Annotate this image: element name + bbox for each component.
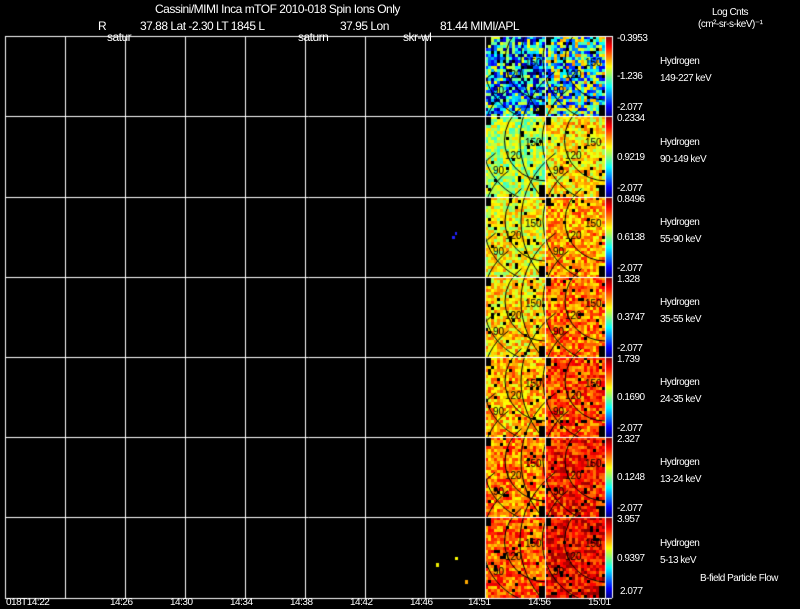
- x-tick-label: 14:38: [290, 597, 313, 608]
- colorbar-mid: 0.9219: [617, 151, 645, 163]
- x-tick-label: 14:42: [350, 597, 373, 608]
- species-label: Hydrogen: [660, 377, 700, 388]
- r-label: R: [98, 19, 107, 33]
- x-tick-label: 14:30: [170, 597, 193, 608]
- colorbar-max: 0.2334: [617, 113, 645, 124]
- colorbar-min: -2.077: [617, 183, 643, 194]
- energy-label: 13-24 keV: [660, 474, 702, 485]
- energy-label: 24-35 keV: [660, 394, 702, 405]
- x-tick-label: 14:51: [468, 597, 491, 608]
- colorbar-mid: 0.1690: [617, 392, 645, 403]
- marker-satur: satur: [107, 30, 132, 44]
- colorbar-max: 0.8496: [617, 194, 645, 205]
- colorbar-max: 2.327: [617, 434, 640, 445]
- energy-label: 149-227 keV: [660, 73, 712, 84]
- colorbar-mid: -1.236: [617, 71, 643, 82]
- x-tick-label: 018T14:22: [6, 597, 50, 608]
- colorbar-max: -0.3953: [617, 33, 648, 44]
- energy-label: 5-13 keV: [660, 554, 697, 566]
- position-info: 37.88 Lat -2.30 LT 1845 L: [140, 19, 265, 33]
- plot-title: Cassini/MIMI Inca mTOF 2010-018 Spin Ion…: [155, 2, 400, 16]
- colorbar-min: -2.077: [617, 102, 643, 113]
- colorbar-min: -2.077: [617, 263, 643, 274]
- colorbar-max: 1.739: [617, 354, 640, 365]
- colorbar-min: -2.077: [617, 503, 643, 514]
- energy-label: 35-55 keV: [660, 314, 702, 325]
- species-label: Hydrogen: [660, 56, 700, 67]
- x-tick-label: 14:34: [230, 597, 253, 608]
- l-value: 37.95 Lon: [340, 19, 389, 33]
- colorbar-min: 2.077: [620, 586, 643, 597]
- colorbar-max: 3.957: [617, 514, 640, 525]
- colorbar-mid: 0.9397: [617, 552, 645, 564]
- energy-label: 55-90 keV: [660, 234, 702, 245]
- units-line2: (cm²-sr-s-keV)⁻¹: [698, 19, 763, 30]
- colorbar-min: -2.077: [617, 343, 643, 354]
- species-label: Hydrogen: [660, 457, 700, 468]
- energy-label: 90-149 keV: [660, 153, 707, 165]
- species-label: Hydrogen: [660, 136, 700, 148]
- marker-skr: skr-wl: [403, 30, 432, 44]
- x-tick-label: 14:46: [410, 597, 433, 608]
- colorbar-mid: 0.6138: [617, 232, 645, 243]
- bfield-legend: B-field Particle Flow: [700, 573, 778, 584]
- units-line1: Log Cnts: [712, 7, 749, 18]
- species-label: Hydrogen: [660, 297, 700, 308]
- x-tick-label: 15:01: [588, 597, 611, 608]
- colorbar-min: -2.077: [617, 423, 643, 434]
- species-label: Hydrogen: [660, 537, 700, 549]
- x-tick-label: 14:56: [528, 597, 551, 608]
- x-tick-label: 14:26: [110, 597, 133, 608]
- colorbar-mid: 0.1248: [617, 472, 645, 483]
- marker-saturn: saturn: [298, 30, 329, 44]
- lon-value: 81.44 MIMI/APL: [440, 19, 520, 33]
- colorbar-mid: 0.3747: [617, 312, 645, 323]
- species-label: Hydrogen: [660, 217, 700, 228]
- colorbar-max: 1.328: [617, 274, 640, 285]
